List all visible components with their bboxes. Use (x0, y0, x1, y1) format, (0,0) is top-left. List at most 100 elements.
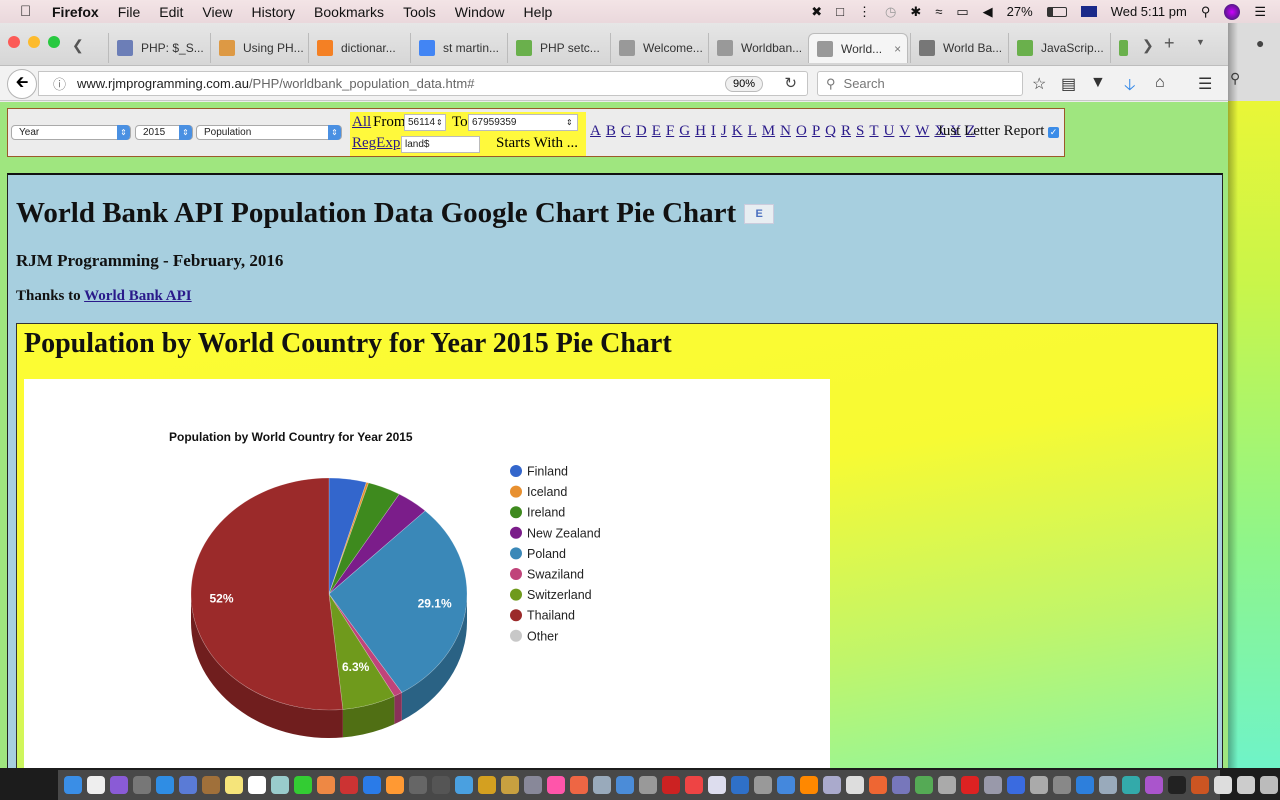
letter-link-q[interactable]: Q (825, 123, 836, 140)
dock-app-icon[interactable] (708, 776, 726, 794)
legend-item-switzerland[interactable]: Switzerland (510, 588, 592, 602)
dock-app-icon[interactable] (1237, 776, 1255, 794)
letter-link-l[interactable]: L (748, 123, 757, 140)
dock-app-icon[interactable] (225, 776, 243, 794)
dock-app-icon[interactable] (869, 776, 887, 794)
tab-1[interactable]: Using PH... (210, 33, 306, 63)
time-machine-icon[interactable]: ◷ (885, 4, 896, 20)
letter-link-g[interactable]: G (679, 123, 690, 140)
dock-app-icon[interactable] (133, 776, 151, 794)
dock-app-icon[interactable] (363, 776, 381, 794)
avast-icon[interactable]: ✖ (811, 4, 822, 20)
dock-app-icon[interactable] (478, 776, 496, 794)
tab-7[interactable]: World... × (808, 33, 908, 63)
letter-link-u[interactable]: U (884, 123, 895, 140)
dock-app-icon[interactable] (409, 776, 427, 794)
zoom-level-badge[interactable]: 90% (724, 76, 763, 92)
letter-link-n[interactable]: N (780, 123, 791, 140)
dock-app-icon[interactable] (1145, 776, 1163, 794)
battery-icon[interactable] (1046, 6, 1067, 17)
menu-edit[interactable]: Edit (159, 4, 183, 20)
reload-icon[interactable]: ↻ (784, 74, 797, 92)
menu-view[interactable]: View (202, 4, 232, 20)
tab-9[interactable]: JavaScrip... (1008, 33, 1108, 63)
dock-app-icon[interactable] (1214, 776, 1232, 794)
letter-link-d[interactable]: D (636, 123, 647, 140)
dock-app-icon[interactable] (777, 776, 795, 794)
home-icon[interactable]: ⌂ (1155, 74, 1165, 92)
dock-app-icon[interactable] (524, 776, 542, 794)
letter-link-a[interactable]: A (590, 123, 601, 140)
url-bar[interactable]: ⓘ www.rjmprogramming.com.au/PHP/worldban… (38, 71, 808, 96)
menu-bookmarks[interactable]: Bookmarks (314, 4, 384, 20)
menu-tools[interactable]: Tools (403, 4, 436, 20)
url-text[interactable]: www.rjmprogramming.com.au/PHP/worldbank_… (77, 76, 474, 91)
letter-link-r[interactable]: R (841, 123, 851, 140)
legend-item-thailand[interactable]: Thailand (510, 609, 575, 623)
tab-5[interactable]: Welcome... (610, 33, 706, 63)
dock-app-icon[interactable] (915, 776, 933, 794)
siri-icon[interactable] (1224, 3, 1241, 20)
dock-app-icon[interactable] (1168, 776, 1186, 794)
email-icon[interactable]: E (744, 203, 775, 224)
legend-item-swaziland[interactable]: Swaziland (510, 568, 584, 582)
letter-link-m[interactable]: M (762, 123, 775, 140)
regexp-link[interactable]: RegExp (352, 135, 400, 152)
tabs-scroll-left-icon[interactable]: ❮ (72, 37, 84, 54)
dock-app-icon[interactable] (1053, 776, 1071, 794)
world-bank-api-link[interactable]: World Bank API (84, 288, 192, 304)
tab-list-dropdown-icon[interactable]: ▼ (1196, 37, 1205, 47)
dock-app-icon[interactable] (823, 776, 841, 794)
legend-item-poland[interactable]: Poland (510, 547, 566, 561)
site-info-icon[interactable]: ⓘ (53, 74, 69, 93)
tab-0[interactable]: PHP: $_S... (108, 33, 208, 63)
dock-app-icon[interactable] (248, 776, 266, 794)
letter-link-h[interactable]: H (695, 123, 706, 140)
dock-app-icon[interactable] (1030, 776, 1048, 794)
tab-8[interactable]: World Ba... (910, 33, 1006, 63)
apple-icon[interactable]:  (20, 3, 40, 20)
legend-item-finland[interactable]: Finland (510, 465, 568, 479)
downloads-icon[interactable]: 🡣 (1124, 74, 1136, 101)
to-number-input[interactable]: 67959359 ⇕ (468, 114, 578, 131)
dock-app-icon[interactable] (800, 776, 818, 794)
menu-help[interactable]: Help (524, 4, 553, 20)
hamburger-menu-icon[interactable]: ☰ (1198, 74, 1212, 94)
letter-link-f[interactable]: F (666, 123, 674, 140)
letter-link-j[interactable]: J (721, 123, 727, 140)
tab-4[interactable]: PHP setc... (507, 33, 608, 63)
menu-firefox[interactable]: Firefox (52, 4, 99, 20)
letter-link-i[interactable]: I (711, 123, 716, 140)
dock-app-icon[interactable] (1076, 776, 1094, 794)
dock-app-icon[interactable] (846, 776, 864, 794)
spinner-icon[interactable]: ⇕ (566, 118, 573, 127)
dock-app-icon[interactable] (616, 776, 634, 794)
speaker-app-icon[interactable]: □ (836, 4, 844, 19)
all-link[interactable]: All (352, 114, 371, 131)
wifi-icon[interactable]: ≈ (935, 4, 942, 19)
letter-link-o[interactable]: O (796, 123, 807, 140)
legend-item-other[interactable]: Other (510, 629, 558, 643)
close-tab-icon[interactable]: × (894, 42, 901, 56)
close-window-button[interactable] (8, 36, 20, 48)
tab-3[interactable]: st martin... (410, 33, 505, 63)
menu-file[interactable]: File (118, 4, 141, 20)
legend-item-new-zealand[interactable]: New Zealand (510, 526, 601, 540)
letter-link-b[interactable]: B (606, 123, 616, 140)
letter-link-k[interactable]: K (732, 123, 743, 140)
dock-app-icon[interactable] (754, 776, 772, 794)
dock-app-icon[interactable] (386, 776, 404, 794)
tabs-scroll-right-icon[interactable]: ❯ (1142, 37, 1154, 54)
dock-app-icon[interactable] (547, 776, 565, 794)
regexp-input[interactable]: land$ (401, 136, 480, 153)
letter-link-t[interactable]: T (869, 123, 878, 140)
menu-window[interactable]: Window (455, 4, 505, 20)
letter-link-s[interactable]: S (856, 123, 864, 140)
dock-app-icon[interactable] (340, 776, 358, 794)
dock-app-icon[interactable] (892, 776, 910, 794)
maximize-window-button[interactable] (48, 36, 60, 48)
spotlight-icon[interactable]: ⚲ (1201, 4, 1211, 20)
dock-app-icon[interactable] (731, 776, 749, 794)
tab-2[interactable]: dictionar... (308, 33, 408, 63)
year-select[interactable]: 2015 ⇕ (135, 125, 193, 140)
